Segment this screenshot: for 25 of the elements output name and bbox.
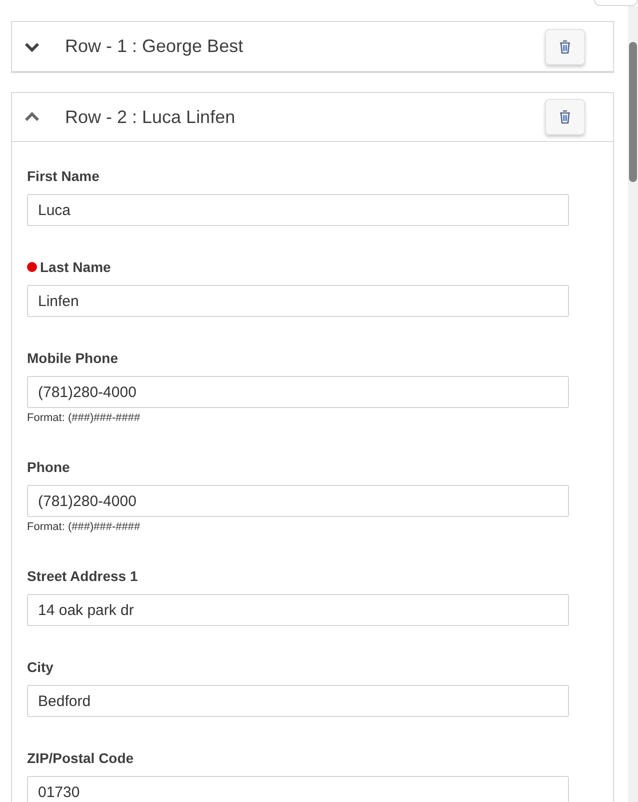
field-label: Phone: [27, 458, 70, 476]
trash-icon: [559, 110, 571, 124]
chevron-down-icon[interactable]: [24, 42, 40, 52]
field-label: City: [27, 658, 54, 677]
input-field[interactable]: Linfen: [27, 285, 569, 317]
field-label: Mobile Phone: [27, 348, 118, 368]
input-field[interactable]: (781)280-4000: [27, 376, 569, 408]
format-hint: Format: (###)###-####: [27, 411, 140, 426]
format-hint: Format: (###)###-####: [27, 520, 140, 535]
input-field[interactable]: 01730: [27, 776, 569, 802]
input-field[interactable]: (781)280-4000: [27, 485, 569, 517]
input-field[interactable]: Bedford: [27, 685, 569, 717]
field-label: First Name: [27, 166, 100, 186]
field-label: Street Address 1: [27, 566, 138, 586]
delete-button[interactable]: [545, 28, 585, 64]
chevron-up-icon[interactable]: [24, 112, 40, 122]
trash-icon: [559, 40, 571, 54]
input-field[interactable]: 14 oak park dr: [27, 594, 569, 626]
scrollbar-thumb[interactable]: [629, 42, 637, 182]
field-label: Last Name: [40, 258, 111, 276]
row-title: Row - 2 : Luca Linfen: [65, 106, 236, 128]
delete-button[interactable]: [545, 99, 585, 135]
field-label: ZIP/Postal Code: [27, 748, 134, 768]
input-field[interactable]: Luca: [27, 194, 569, 226]
row-title: Row - 1 : George Best: [65, 35, 244, 58]
